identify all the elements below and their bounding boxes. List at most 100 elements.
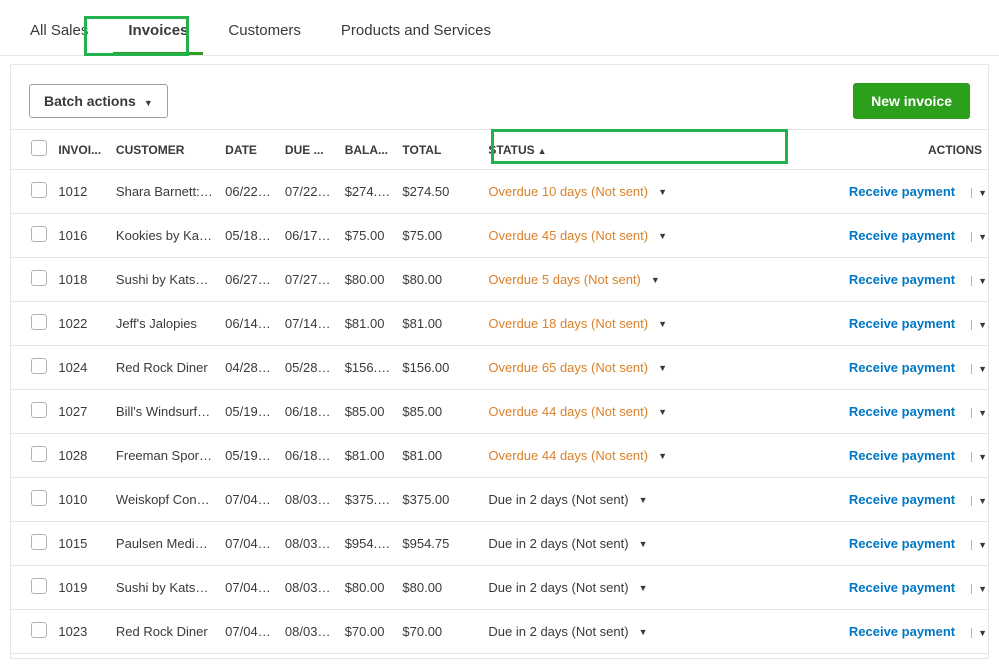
receive-payment-link[interactable]: Receive payment [849, 448, 955, 463]
sales-tabs: All Sales Invoices Customers Products an… [0, 0, 999, 56]
receive-payment-link[interactable]: Receive payment [849, 624, 955, 639]
header-status[interactable]: STATUS▲ [464, 130, 763, 170]
action-menu-caret[interactable] [971, 408, 987, 418]
table-row: 1018Sushi by Katsuyuki06/27/2007/27/20$8… [11, 258, 988, 302]
checkbox-icon[interactable] [31, 314, 47, 330]
header-customer[interactable]: CUSTOMER [110, 130, 219, 170]
checkbox-icon[interactable] [31, 140, 47, 156]
balance: $80.00 [339, 566, 397, 610]
action-menu-caret[interactable] [971, 496, 987, 506]
invoice-number[interactable]: 1010 [58, 478, 110, 522]
status-cell[interactable]: Overdue 18 days (Not sent) [464, 302, 763, 346]
chevron-down-icon[interactable] [658, 319, 667, 329]
customer-name[interactable]: Kookies by Kathy [110, 214, 219, 258]
action-menu-caret[interactable] [971, 364, 987, 374]
tab-products-services[interactable]: Products and Services [321, 0, 511, 55]
chevron-down-icon[interactable] [658, 187, 667, 197]
checkbox-icon[interactable] [31, 226, 47, 242]
checkbox-icon[interactable] [31, 270, 47, 286]
invoice-date: 07/04/20 [219, 566, 279, 610]
receive-payment-link[interactable]: Receive payment [849, 184, 955, 199]
checkbox-icon[interactable] [31, 622, 47, 638]
chevron-down-icon[interactable] [658, 231, 667, 241]
receive-payment-link[interactable]: Receive payment [849, 272, 955, 287]
action-menu-caret[interactable] [971, 540, 987, 550]
table-row: 1023Red Rock Diner07/04/2008/03/20$70.00… [11, 610, 988, 654]
header-invoice[interactable]: INVOI... [58, 130, 110, 170]
invoice-number[interactable]: 1028 [58, 434, 110, 478]
chevron-down-icon[interactable] [658, 407, 667, 417]
invoice-number[interactable]: 1016 [58, 214, 110, 258]
receive-payment-link[interactable]: Receive payment [849, 404, 955, 419]
batch-actions-button[interactable]: Batch actions [29, 84, 168, 118]
invoice-number[interactable]: 1012 [58, 170, 110, 214]
receive-payment-link[interactable]: Receive payment [849, 492, 955, 507]
header-balance[interactable]: BALA... [339, 130, 397, 170]
status-cell[interactable]: Due in 2 days (Not sent) [464, 478, 763, 522]
checkbox-icon[interactable] [31, 534, 47, 550]
chevron-down-icon[interactable] [639, 495, 648, 505]
tab-customers[interactable]: Customers [208, 0, 321, 55]
tab-invoices[interactable]: Invoices [108, 0, 208, 55]
status-cell[interactable]: Due in 2 days (Not sent) [464, 522, 763, 566]
action-menu-caret[interactable] [971, 320, 987, 330]
customer-name[interactable]: Weiskopf Consulting [110, 478, 219, 522]
due-date: 05/28/20 [279, 346, 339, 390]
header-date[interactable]: DATE [219, 130, 279, 170]
receive-payment-link[interactable]: Receive payment [849, 360, 955, 375]
header-due-date[interactable]: DUE ... [279, 130, 339, 170]
receive-payment-link[interactable]: Receive payment [849, 228, 955, 243]
balance: $954.75 [339, 522, 397, 566]
chevron-down-icon[interactable] [639, 627, 648, 637]
invoice-number[interactable]: 1019 [58, 566, 110, 610]
new-invoice-button[interactable]: New invoice [853, 83, 970, 119]
action-menu-caret[interactable] [971, 584, 987, 594]
status-cell[interactable]: Overdue 65 days (Not sent) [464, 346, 763, 390]
chevron-down-icon[interactable] [639, 539, 648, 549]
checkbox-icon[interactable] [31, 578, 47, 594]
customer-name[interactable]: Jeff's Jalopies [110, 302, 219, 346]
spacer [763, 346, 825, 390]
receive-payment-link[interactable]: Receive payment [849, 536, 955, 551]
action-menu-caret[interactable] [971, 188, 987, 198]
status-cell[interactable]: Due in 2 days (Not sent) [464, 566, 763, 610]
chevron-down-icon[interactable] [658, 451, 667, 461]
customer-name[interactable]: Red Rock Diner [110, 346, 219, 390]
tab-all-sales[interactable]: All Sales [10, 0, 108, 55]
chevron-down-icon[interactable] [658, 363, 667, 373]
checkbox-icon[interactable] [31, 446, 47, 462]
invoice-number[interactable]: 1015 [58, 522, 110, 566]
status-cell[interactable]: Due in 2 days (Not sent) [464, 610, 763, 654]
customer-name[interactable]: Red Rock Diner [110, 610, 219, 654]
customer-name[interactable]: Sushi by Katsuyuki [110, 258, 219, 302]
status-cell[interactable]: Overdue 44 days (Not sent) [464, 390, 763, 434]
checkbox-icon[interactable] [31, 358, 47, 374]
checkbox-icon[interactable] [31, 402, 47, 418]
receive-payment-link[interactable]: Receive payment [849, 580, 955, 595]
checkbox-icon[interactable] [31, 490, 47, 506]
header-total[interactable]: TOTAL [396, 130, 464, 170]
action-menu-caret[interactable] [971, 628, 987, 638]
customer-name[interactable]: Bill's Windsurf Shop [110, 390, 219, 434]
invoice-number[interactable]: 1018 [58, 258, 110, 302]
invoice-number[interactable]: 1027 [58, 390, 110, 434]
chevron-down-icon[interactable] [651, 275, 660, 285]
action-menu-caret[interactable] [971, 452, 987, 462]
chevron-down-icon[interactable] [639, 583, 648, 593]
customer-name[interactable]: Freeman Sporting Goods [110, 434, 219, 478]
checkbox-icon[interactable] [31, 182, 47, 198]
customer-name[interactable]: Paulsen Medical Suppl [110, 522, 219, 566]
status-cell[interactable]: Overdue 45 days (Not sent) [464, 214, 763, 258]
status-cell[interactable]: Overdue 44 days (Not sent) [464, 434, 763, 478]
invoice-number[interactable]: 1023 [58, 610, 110, 654]
invoice-number[interactable]: 1022 [58, 302, 110, 346]
invoice-number[interactable]: 1024 [58, 346, 110, 390]
receive-payment-link[interactable]: Receive payment [849, 316, 955, 331]
customer-name[interactable]: Sushi by Katsuyuki [110, 566, 219, 610]
status-cell[interactable]: Overdue 5 days (Not sent) [464, 258, 763, 302]
action-menu-caret[interactable] [971, 232, 987, 242]
header-select-all[interactable] [11, 130, 58, 170]
action-menu-caret[interactable] [971, 276, 987, 286]
customer-name[interactable]: Shara Barnett:Barnett D [110, 170, 219, 214]
status-cell[interactable]: Overdue 10 days (Not sent) [464, 170, 763, 214]
